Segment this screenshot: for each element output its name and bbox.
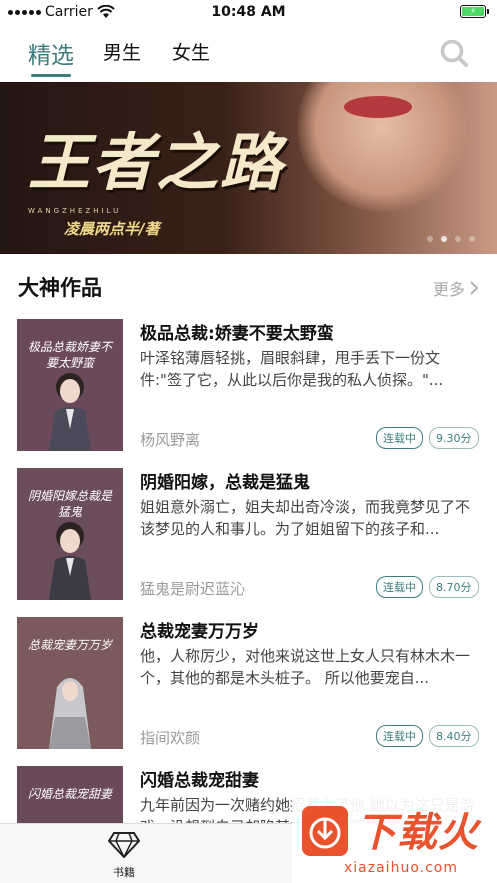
tab-books[interactable]: 书籍	[100, 832, 148, 880]
book-cover[interactable]: 极品总裁娇妻不要太野蛮	[17, 319, 123, 451]
top-tab-bar: 精选 男生 女生	[0, 28, 497, 80]
more-label: 更多	[432, 280, 465, 299]
active-tab-indicator	[31, 74, 71, 77]
book-title[interactable]: 闪婚总裁宠甜妻	[140, 766, 259, 791]
book-description: 姐姐意外溺亡，姐夫却出奇冷淡，而我竟梦见了不该梦见的人和事儿。为了姐姐留下的孩子…	[140, 498, 471, 538]
page-dot[interactable]	[455, 236, 461, 242]
status-bar: Carrier 10:48 AM ⚡	[0, 0, 497, 24]
page-dot[interactable]	[469, 236, 475, 242]
book-description: 他，人称厉少，对他来说这世上女人只有林木木一个，其他的都是木头桩子。 所以他要宠…	[140, 647, 471, 687]
book-author: 猛鬼是尉迟蓝沁	[140, 580, 246, 598]
cover-figure	[49, 678, 91, 749]
book-title[interactable]: 阴婚阳嫁，总裁是猛鬼	[140, 468, 310, 493]
tab-books-label: 书籍	[113, 866, 135, 879]
book-cover[interactable]: 总裁宠妻万万岁	[17, 617, 123, 749]
battery-icon: ⚡	[460, 5, 489, 18]
banner-tagline: WANGZHEZHILU	[28, 207, 122, 215]
book-description: 叶泽铭薄唇轻挑，眉眼斜肆，甩手丢下一份文件:"签了它，从此以后你是我的私人侦探。…	[140, 349, 444, 389]
diamond-icon	[107, 832, 141, 859]
book-item[interactable]: 总裁宠妻万万岁 总裁宠妻万万岁 他，人称厉少，对他来说这世上女人只有林木木一个，…	[0, 617, 497, 757]
watermark-logo-icon	[302, 806, 348, 856]
banner-lips	[344, 96, 412, 118]
score-badge: 8.40分	[429, 725, 479, 747]
book-author: 杨风野离	[140, 431, 201, 449]
book-item[interactable]: 阴婚阳嫁总裁是猛鬼 阴婚阳嫁，总裁是猛鬼 姐姐意外溺亡，姐夫却出奇冷淡，而我竟梦…	[0, 468, 497, 608]
score-badge: 8.70分	[429, 576, 479, 598]
cover-title: 极品总裁娇妻不要太野蛮	[27, 340, 112, 370]
banner-page-indicator	[427, 236, 475, 242]
promo-banner[interactable]: 王者之路 WANGZHEZHILU 凌晨两点半/著	[0, 82, 497, 254]
status-time: 10:48 AM	[211, 4, 286, 20]
watermark-url: xiazaihuo.com	[344, 860, 458, 876]
book-title[interactable]: 总裁宠妻万万岁	[140, 617, 259, 642]
page-dot[interactable]	[427, 236, 433, 242]
watermark: 下载火 xiazaihuo.com	[292, 794, 497, 883]
status-badge: 连载中	[376, 725, 423, 747]
chevron-right-icon	[470, 281, 479, 295]
book-title[interactable]: 极品总裁:娇妻不要太野蛮	[140, 319, 334, 344]
book-cover[interactable]: 阴婚阳嫁总裁是猛鬼	[17, 468, 123, 600]
tab-female[interactable]: 女生	[172, 38, 210, 65]
cover-title: 阴婚阳嫁总裁是猛鬼	[27, 489, 112, 519]
watermark-text: 下载火	[356, 810, 479, 856]
book-author: 指间欢颜	[140, 729, 201, 747]
page-dot-active[interactable]	[441, 236, 447, 242]
tab-male[interactable]: 男生	[103, 38, 141, 65]
banner-title: 王者之路	[28, 126, 285, 199]
banner-author: 凌晨两点半/著	[64, 220, 160, 238]
cover-title: 闪婚总裁宠甜妻	[27, 787, 112, 801]
search-icon[interactable]	[439, 38, 469, 68]
status-badge: 连载中	[376, 427, 423, 449]
tab-featured[interactable]: 精选	[28, 36, 74, 70]
score-badge: 9.30分	[429, 427, 479, 449]
status-badge: 连载中	[376, 576, 423, 598]
cover-figure	[49, 522, 91, 600]
cover-figure	[49, 373, 91, 451]
section-title: 大神作品	[18, 276, 102, 300]
cover-title: 总裁宠妻万万岁	[27, 638, 112, 652]
more-link[interactable]: 更多	[433, 276, 479, 300]
book-item[interactable]: 极品总裁娇妻不要太野蛮 极品总裁:娇妻不要太野蛮 叶泽铭薄唇轻挑，眉眼斜肆，甩手…	[0, 319, 497, 459]
